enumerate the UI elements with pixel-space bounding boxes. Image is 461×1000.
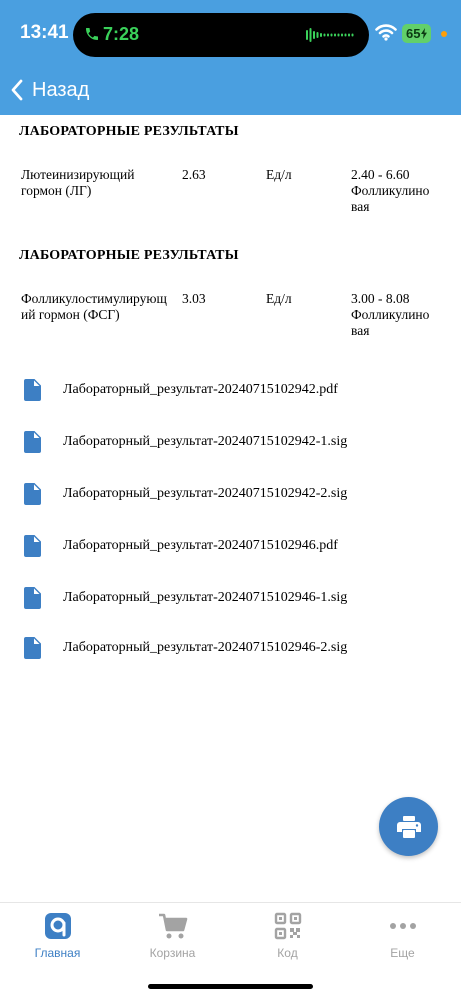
reference-range-line: вая: [351, 199, 370, 214]
document-icon: [24, 587, 41, 609]
test-value: 3.03: [182, 291, 206, 306]
reference-range: 2.40 - 6.60 Фолликулино вая: [351, 167, 441, 215]
test-unit: Ед/л: [266, 291, 292, 306]
battery-level: 65: [406, 26, 421, 41]
test-name-line: Фолликулостимулирующ: [21, 291, 167, 306]
reference-range: 3.00 - 8.08 Фолликулино вая: [351, 291, 441, 339]
file-item[interactable]: Лабораторный_результат-20240715102946-2.…: [24, 636, 444, 660]
document-icon: [24, 379, 41, 401]
document-icon: [24, 637, 41, 659]
tab-label: Код: [277, 946, 298, 960]
file-name: Лабораторный_результат-20240715102946-2.…: [63, 640, 348, 655]
reference-range-line: вая: [351, 323, 370, 338]
audio-waveform-icon: [306, 28, 354, 42]
wifi-icon: [375, 24, 397, 41]
tab-label: Главная: [34, 946, 81, 960]
document-icon: [24, 431, 41, 453]
battery-indicator: 65: [402, 24, 432, 43]
tab-label: Еще: [390, 946, 415, 960]
file-name: Лабораторный_результат-20240715102946-1.…: [63, 590, 348, 605]
test-unit: Ед/л: [266, 167, 292, 182]
tab-more[interactable]: Еще: [345, 911, 460, 963]
document-icon: [24, 483, 41, 505]
print-button[interactable]: [379, 797, 438, 856]
file-item[interactable]: Лабораторный_результат-20240715102946.pd…: [24, 534, 444, 558]
test-value: 2.63: [182, 167, 206, 182]
printer-icon: [396, 815, 421, 838]
reference-range-line: Фолликулино: [351, 307, 430, 322]
tab-home[interactable]: Главная: [0, 911, 115, 963]
tab-label: Корзина: [149, 946, 196, 960]
back-label: Назад: [32, 78, 90, 101]
lab-section-title: ЛАБОРАТОРНЫЕ РЕЗУЛЬТАТЫ: [19, 248, 239, 263]
file-item[interactable]: Лабораторный_результат-20240715102942-2.…: [24, 482, 444, 506]
file-name: Лабораторный_результат-20240715102942-1.…: [63, 434, 348, 449]
file-name: Лабораторный_результат-20240715102946.pd…: [63, 538, 338, 553]
test-name-line: Лютеинизирующий: [21, 167, 135, 182]
dynamic-island-call[interactable]: 7:28: [73, 13, 369, 57]
file-name: Лабораторный_результат-20240715102942.pd…: [63, 382, 338, 397]
reference-range-line: 2.40 - 6.60: [351, 167, 410, 182]
home-logo-icon: [44, 913, 71, 939]
qr-code-icon: [274, 912, 301, 940]
back-button[interactable]: Назад: [10, 76, 89, 104]
more-dots-icon: [389, 923, 416, 929]
charging-bolt-icon: [421, 28, 428, 39]
cart-icon: [158, 913, 187, 939]
test-name-line: гормон (ЛГ): [21, 183, 92, 198]
reference-range-line: 3.00 - 8.08: [351, 291, 410, 306]
lab-section-title: ЛАБОРАТОРНЫЕ РЕЗУЛЬТАТЫ: [19, 124, 239, 139]
document-icon: [24, 535, 41, 557]
phone-icon: [86, 28, 98, 40]
test-name: Лютеинизирующий гормон (ЛГ): [21, 167, 176, 199]
file-item[interactable]: Лабораторный_результат-20240715102942.pd…: [24, 378, 444, 402]
app-header: 13:41 7:28 65 Назад: [0, 0, 461, 115]
file-item[interactable]: Лабораторный_результат-20240715102946-1.…: [24, 586, 444, 610]
chevron-left-icon: [11, 79, 23, 101]
reference-range-line: Фолликулино: [351, 183, 430, 198]
tab-cart[interactable]: Корзина: [115, 911, 230, 963]
home-indicator[interactable]: [148, 984, 313, 989]
call-duration: 7:28: [103, 24, 140, 44]
file-item[interactable]: Лабораторный_результат-20240715102942-1.…: [24, 430, 444, 454]
file-name: Лабораторный_результат-20240715102942-2.…: [63, 486, 348, 501]
test-name: Фолликулостимулирующ ий гормон (ФСГ): [21, 291, 176, 323]
test-name-line: ий гормон (ФСГ): [21, 307, 120, 322]
privacy-indicator-dot: [441, 31, 447, 37]
status-time: 13:41: [20, 22, 69, 43]
tab-code[interactable]: Код: [230, 911, 345, 963]
